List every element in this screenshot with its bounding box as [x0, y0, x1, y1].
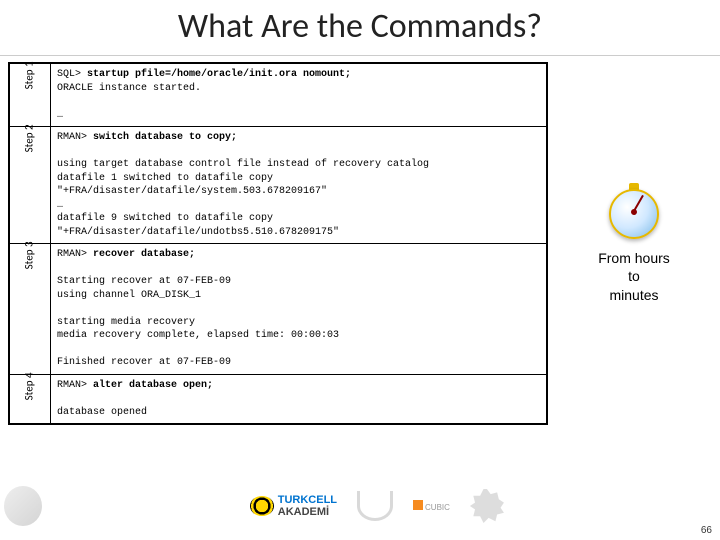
step2-output: RMAN> switch database to copy; using tar…: [50, 127, 547, 244]
corner-graphic-icon: [4, 486, 42, 526]
footer-logos: TURKCELL AKADEMİ CUBIC: [42, 489, 720, 523]
footer: TURKCELL AKADEMİ CUBIC: [0, 476, 720, 536]
side-panel: From hours to minutes: [548, 62, 712, 425]
slide-title: What Are the Commands?: [0, 0, 720, 56]
laurel-icon: [357, 491, 393, 521]
page-number: 66: [701, 525, 712, 536]
command-table: Step 1 SQL> startup pfile=/home/oracle/i…: [8, 62, 548, 425]
step1-label: Step 1: [9, 63, 50, 127]
step3-label: Step 3: [9, 244, 50, 375]
step3-output: RMAN> recover database; Starting recover…: [50, 244, 547, 375]
step4-output: RMAN> alter database open; database open…: [50, 374, 547, 424]
step1-output: SQL> startup pfile=/home/oracle/init.ora…: [50, 63, 547, 127]
content-area: Step 1 SQL> startup pfile=/home/oracle/i…: [0, 62, 720, 425]
gear-icon: [470, 489, 504, 523]
turkcell-logo: TURKCELL AKADEMİ: [250, 494, 337, 518]
cubic-logo: CUBIC: [413, 500, 450, 512]
stopwatch-icon: [606, 183, 662, 239]
step2-label: Step 2: [9, 127, 50, 244]
callout-text: From hours to minutes: [598, 249, 670, 304]
step4-label: Step 4: [9, 374, 50, 424]
bee-icon: [250, 496, 274, 516]
